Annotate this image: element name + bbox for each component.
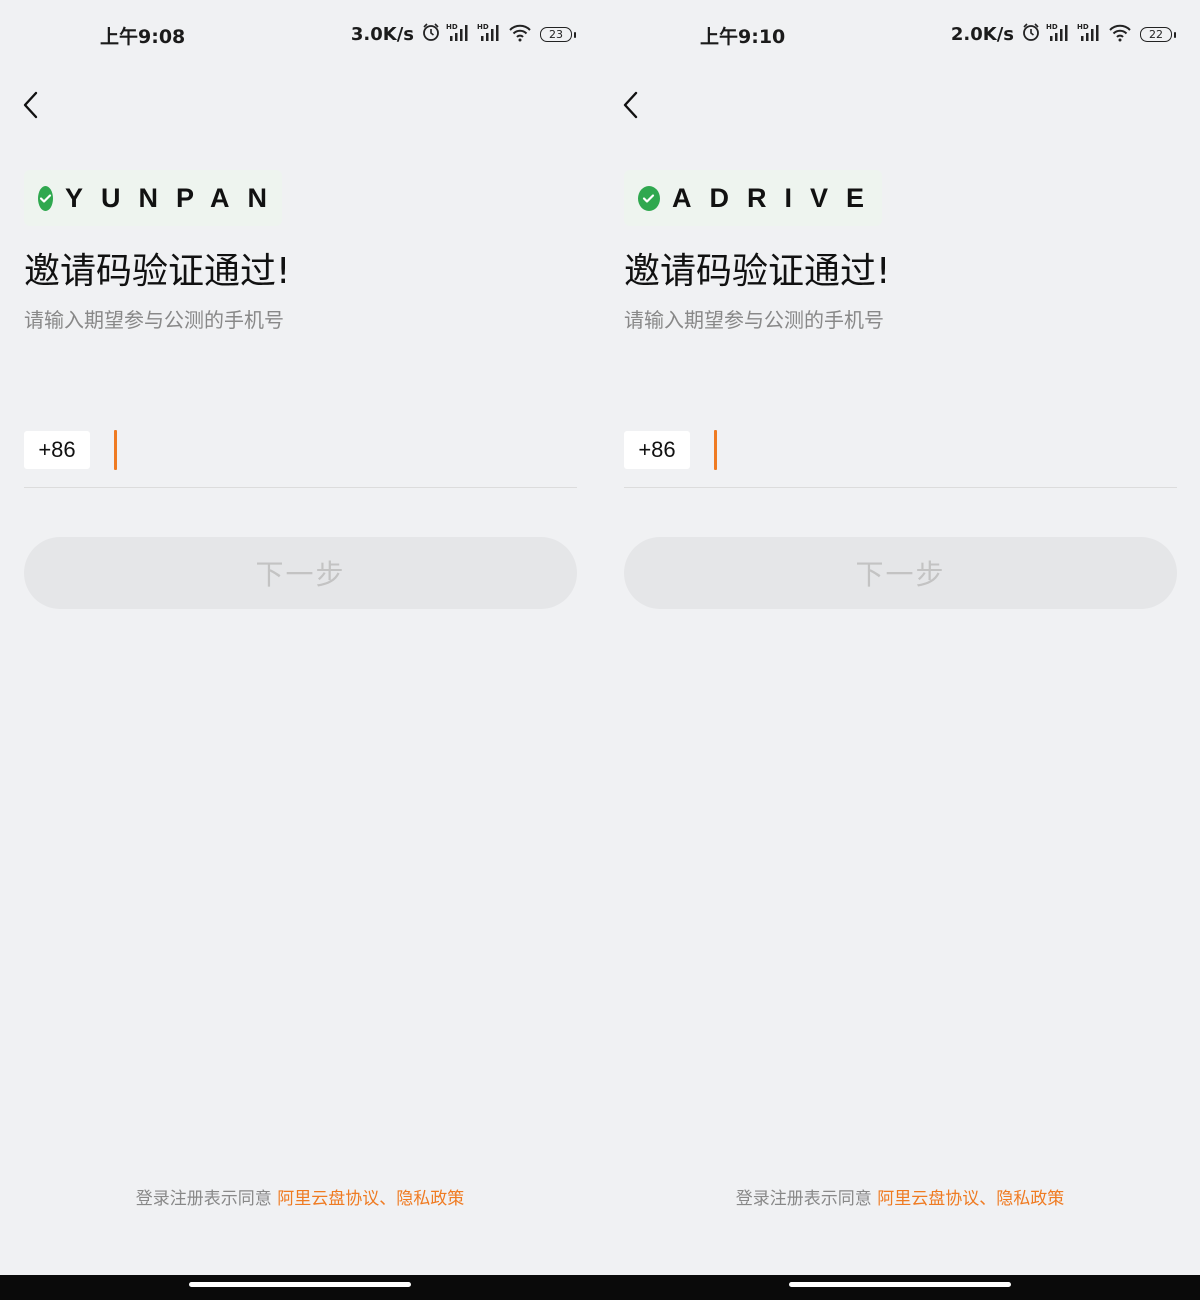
alarm-icon — [1021, 22, 1041, 46]
home-indicator[interactable] — [789, 1282, 1011, 1287]
phone-screen-right: 上午9:10 2.0K/s HD HD 22 ADRIVE 邀请码验证通过! 请 — [600, 0, 1200, 1275]
wifi-icon — [508, 22, 532, 46]
check-circle-icon — [638, 185, 660, 211]
input-divider — [24, 487, 577, 488]
svg-text:HD: HD — [1077, 23, 1089, 31]
back-arrow-icon — [23, 91, 38, 119]
brand-badge: ADRIVE — [624, 170, 882, 226]
agreement-text: 登录注册表示同意 阿里云盘协议、隐私政策 — [600, 1184, 1200, 1209]
agreement-separator: 、 — [379, 1189, 397, 1209]
status-bar: 上午9:08 3.0K/s HD HD 23 — [0, 0, 600, 70]
back-arrow-icon — [623, 91, 638, 119]
phone-number-input[interactable] — [705, 426, 1195, 474]
home-indicator[interactable] — [189, 1282, 411, 1287]
signal-hd-icon: HD — [1077, 22, 1103, 46]
svg-text:HD: HD — [1046, 23, 1058, 31]
svg-text:HD: HD — [477, 23, 489, 31]
user-agreement-link[interactable]: 阿里云盘协议 — [277, 1189, 379, 1209]
agreement-separator: 、 — [979, 1189, 997, 1209]
status-bar: 上午9:10 2.0K/s HD HD 22 — [600, 0, 1200, 70]
battery-icon: 23 — [540, 26, 576, 42]
brand-name: YUNPAN — [65, 182, 286, 213]
wifi-icon — [1108, 22, 1132, 46]
signal-hd-icon: HD — [1046, 22, 1072, 46]
agreement-prefix: 登录注册表示同意 — [135, 1189, 272, 1209]
svg-text:HD: HD — [446, 23, 458, 31]
brand-badge: YUNPAN — [24, 170, 282, 226]
back-button[interactable] — [18, 88, 48, 122]
country-code-selector[interactable]: +86 — [624, 431, 690, 469]
check-circle-icon — [38, 185, 53, 211]
page-title: 邀请码验证通过! — [24, 251, 291, 292]
system-nav-bar — [0, 1275, 600, 1300]
alarm-icon — [421, 22, 441, 46]
privacy-policy-link[interactable]: 隐私政策 — [396, 1189, 464, 1209]
status-time: 上午9:10 — [700, 26, 786, 48]
input-divider — [624, 487, 1177, 488]
status-time: 上午9:08 — [100, 26, 186, 48]
system-nav-bar — [600, 1275, 1200, 1300]
text-caret — [714, 430, 717, 470]
next-step-button[interactable]: 下一步 — [624, 537, 1177, 609]
agreement-text: 登录注册表示同意 阿里云盘协议、隐私政策 — [0, 1184, 600, 1209]
back-button[interactable] — [618, 88, 648, 122]
privacy-policy-link[interactable]: 隐私政策 — [996, 1189, 1064, 1209]
user-agreement-link[interactable]: 阿里云盘协议 — [877, 1189, 979, 1209]
page-title: 邀请码验证通过! — [624, 251, 891, 292]
phone-screen-left: 上午9:08 3.0K/s HD HD 23 YUNPAN 邀请码验证通过! 请 — [0, 0, 600, 1275]
signal-hd-icon: HD — [477, 22, 503, 46]
status-icons: 3.0K/s HD HD 23 — [350, 20, 576, 48]
text-caret — [114, 430, 117, 470]
network-speed: 2.0K/s — [950, 23, 1014, 45]
next-step-button[interactable]: 下一步 — [24, 537, 577, 609]
phone-number-input[interactable] — [105, 426, 595, 474]
network-speed: 3.0K/s — [350, 23, 414, 45]
brand-name: ADRIVE — [671, 182, 882, 213]
country-code-selector[interactable]: +86 — [24, 431, 90, 469]
agreement-prefix: 登录注册表示同意 — [735, 1189, 872, 1209]
page-subtitle: 请输入期望参与公测的手机号 — [24, 308, 284, 332]
battery-icon: 22 — [1140, 26, 1176, 42]
page-subtitle: 请输入期望参与公测的手机号 — [624, 308, 884, 332]
status-icons: 2.0K/s HD HD 22 — [950, 20, 1176, 48]
signal-hd-icon: HD — [446, 22, 472, 46]
